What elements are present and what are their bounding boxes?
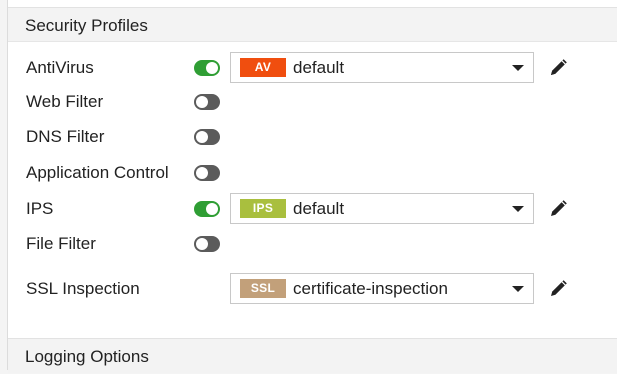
row-antivirus: AntiVirus AV default — [8, 52, 617, 84]
av-badge: AV — [240, 58, 286, 77]
ssl-inspection-label: SSL Inspection — [26, 279, 140, 298]
ssl-inspection-profile-value: certificate-inspection — [293, 279, 448, 298]
section-header-logging-options: Logging Options — [8, 338, 617, 373]
pencil-icon — [551, 59, 567, 75]
antivirus-toggle[interactable] — [194, 60, 220, 76]
file-filter-toggle[interactable] — [194, 236, 220, 252]
file-filter-label: File Filter — [26, 234, 96, 253]
row-ips: IPS IPS default — [8, 193, 617, 225]
antivirus-label: AntiVirus — [26, 58, 94, 77]
web-filter-toggle[interactable] — [194, 94, 220, 110]
antivirus-profile-select[interactable]: AV default — [230, 52, 534, 83]
firewall-policy-panel: Security Profiles AntiVirus AV default W… — [7, 0, 617, 373]
chevron-down-icon — [512, 286, 524, 292]
ips-edit-button[interactable] — [548, 199, 568, 219]
toggle-knob — [196, 131, 208, 143]
ips-badge: IPS — [240, 199, 286, 218]
row-dns-filter: DNS Filter — [8, 121, 617, 153]
application-control-toggle[interactable] — [194, 165, 220, 181]
section-header-security-profiles: Security Profiles — [8, 7, 617, 42]
toggle-knob — [206, 203, 218, 215]
toggle-knob — [206, 62, 218, 74]
ips-toggle[interactable] — [194, 201, 220, 217]
application-control-label: Application Control — [26, 163, 169, 182]
row-ssl-inspection: SSL Inspection SSL certificate-inspectio… — [8, 273, 617, 305]
row-web-filter: Web Filter — [8, 86, 617, 118]
ssl-inspection-profile-select[interactable]: SSL certificate-inspection — [230, 273, 534, 304]
ips-label: IPS — [26, 199, 54, 218]
ssl-badge: SSL — [240, 279, 286, 298]
row-file-filter: File Filter — [8, 228, 617, 260]
dns-filter-label: DNS Filter — [26, 127, 105, 146]
toggle-knob — [196, 167, 208, 179]
chevron-down-icon — [512, 206, 524, 212]
antivirus-edit-button[interactable] — [548, 58, 568, 78]
antivirus-profile-value: default — [293, 58, 345, 77]
ssl-inspection-edit-button[interactable] — [548, 279, 568, 299]
web-filter-label: Web Filter — [26, 92, 104, 111]
pencil-icon — [551, 280, 567, 296]
toggle-knob — [196, 96, 208, 108]
row-application-control: Application Control — [8, 157, 617, 189]
toggle-knob — [196, 238, 208, 250]
ips-profile-select[interactable]: IPS default — [230, 193, 534, 224]
dns-filter-toggle[interactable] — [194, 129, 220, 145]
pencil-icon — [551, 200, 567, 216]
ips-profile-value: default — [293, 199, 345, 218]
chevron-down-icon — [512, 65, 524, 71]
